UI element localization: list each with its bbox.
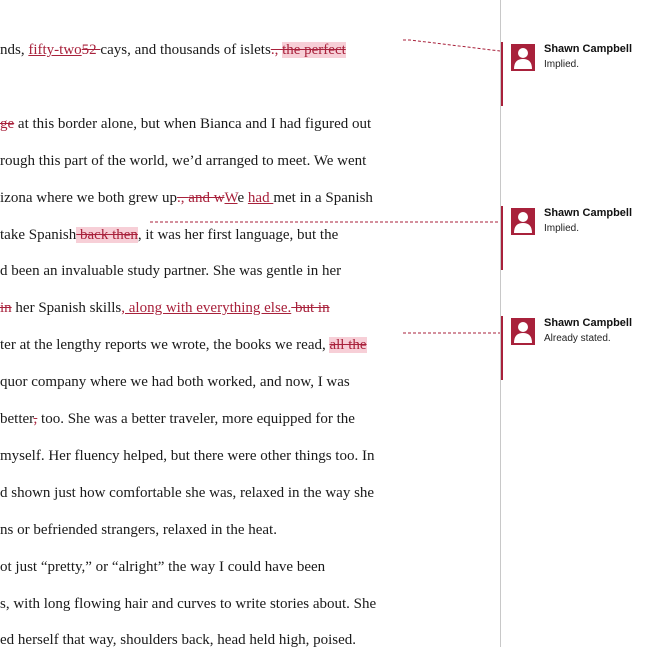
- inserted-text: , along with everything else.: [121, 300, 292, 316]
- document-line[interactable]: ed herself that way, shoulders back, hea…: [0, 631, 356, 647]
- document-page[interactable]: nds, fifty-two52 cays, and thousands of …: [0, 0, 500, 647]
- comment-bar: [501, 206, 503, 270]
- text-run: ot just “pretty,” or “alright” the way I…: [0, 559, 326, 575]
- user-avatar-icon: [511, 208, 535, 235]
- document-line[interactable]: s, with long flowing hair and curves to …: [0, 595, 376, 613]
- document-line[interactable]: ot just “pretty,” or “alright” the way I…: [0, 558, 325, 576]
- document-line[interactable]: ge at this border alone, but when Bianca…: [0, 115, 371, 133]
- text-run: d been an invaluable study partner. She …: [0, 263, 342, 279]
- text-run: s, with long flowing hair and curves to …: [0, 596, 377, 612]
- document-line[interactable]: in her Spanish skills, along with everyt…: [0, 299, 330, 317]
- text-run: ed herself that way, shoulders back, hea…: [0, 632, 357, 647]
- document-line[interactable]: rough this part of the world, we’d arran…: [0, 152, 366, 170]
- deleted-text: back then: [76, 227, 138, 243]
- text-run: quor company where we had both worked, a…: [0, 374, 350, 390]
- text-run: izona where we both grew up: [0, 190, 178, 206]
- document-line[interactable]: d been an invaluable study partner. She …: [0, 262, 341, 280]
- text-run: nds,: [0, 42, 29, 58]
- inserted-text: W: [224, 190, 238, 206]
- text-run: her Spanish skills: [11, 300, 122, 316]
- text-run: at this border alone, but when Bianca an…: [14, 116, 372, 132]
- document-line[interactable]: quor company where we had both worked, a…: [0, 373, 350, 391]
- text-run: e: [237, 190, 248, 206]
- text-run: myself. Her fluency helped, but there we…: [0, 448, 375, 464]
- text-run: ter at the lengthy reports we wrote, the…: [0, 337, 330, 353]
- document-line[interactable]: better, too. She was a better traveler, …: [0, 410, 355, 428]
- document-line[interactable]: nds, fifty-two52 cays, and thousands of …: [0, 41, 346, 59]
- text-run: cays, and thousands of islets: [100, 42, 271, 58]
- text-run: ns or befriended strangers, relaxed in t…: [0, 522, 277, 538]
- deleted-text: 52: [81, 42, 101, 58]
- comment-text[interactable]: Implied.: [544, 223, 579, 234]
- comment-author: Shawn Campbell: [544, 207, 633, 219]
- text-run: better: [0, 411, 34, 427]
- comment-author: Shawn Campbell: [544, 317, 633, 329]
- deleted-text: .,: [270, 42, 283, 58]
- comment-bar: [501, 42, 503, 106]
- comment-text[interactable]: Implied.: [544, 59, 579, 70]
- text-run: too. She was a better traveler, more equ…: [37, 411, 355, 427]
- document-line[interactable]: myself. Her fluency helped, but there we…: [0, 447, 374, 465]
- deleted-text: the perfect: [282, 42, 346, 58]
- deleted-text: all the: [329, 337, 367, 353]
- comments-pane: Shawn Campbell Implied. Shawn Campbell I…: [501, 0, 647, 647]
- deleted-text: but in: [291, 300, 330, 316]
- comment-text[interactable]: Already stated.: [544, 333, 611, 344]
- user-avatar-icon: [511, 318, 535, 345]
- text-run: d shown just how comfortable she was, re…: [0, 485, 375, 501]
- document-line[interactable]: ns or befriended strangers, relaxed in t…: [0, 521, 277, 539]
- document-line[interactable]: izona where we both grew up., and wWe ha…: [0, 189, 373, 207]
- document-line[interactable]: d shown just how comfortable she was, re…: [0, 484, 374, 502]
- text-run: , it was her first language, but the: [137, 227, 339, 243]
- deleted-text: in: [0, 300, 12, 316]
- document-line[interactable]: take Spanish back then, it was her first…: [0, 226, 338, 244]
- document-line[interactable]: ter at the lengthy reports we wrote, the…: [0, 336, 367, 354]
- inserted-text: had: [247, 190, 274, 206]
- user-avatar-icon: [511, 44, 535, 71]
- text-run: take Spanish: [0, 227, 77, 243]
- text-run: met in a Spanish: [273, 190, 373, 206]
- inserted-text: fifty-two: [28, 42, 82, 58]
- deleted-text: and w: [188, 190, 225, 206]
- comment-bar: [501, 316, 503, 380]
- text-run: rough this part of the world, we’d arran…: [0, 153, 367, 169]
- deleted-text: .,: [177, 190, 189, 206]
- deleted-text: ge: [0, 116, 15, 132]
- comment-author: Shawn Campbell: [544, 43, 633, 55]
